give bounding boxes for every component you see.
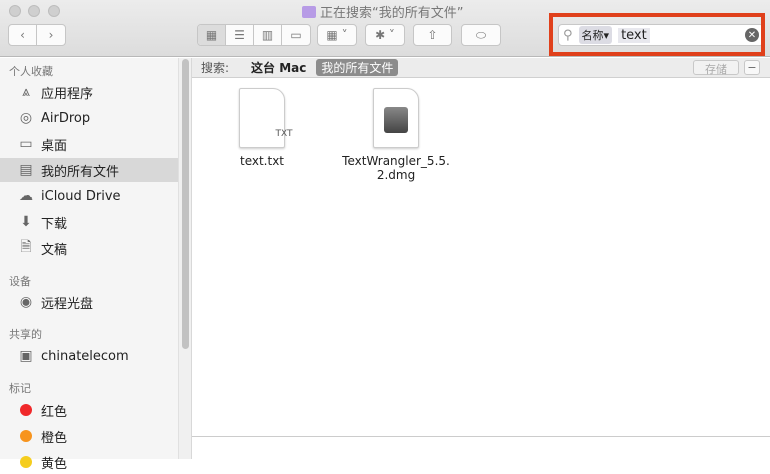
scope-this-mac[interactable]: 这台 Mac: [251, 59, 306, 76]
remove-criteria-button[interactable]: −: [744, 60, 760, 75]
search-scope-bar: 搜索: 这台 Mac 我的所有文件 存储 −: [192, 58, 770, 78]
text-file-icon: TXT: [239, 88, 293, 148]
folder-icon: [302, 5, 316, 18]
sidebar-item-remote-disc[interactable]: ◉ 远程光盘: [0, 290, 178, 314]
sidebar-item-chinatelecom[interactable]: ▣ chinatelecom: [0, 344, 178, 368]
view-switcher: ▦ ☰ ▥ ▭: [197, 24, 311, 46]
file-type-badge: TXT: [275, 129, 293, 139]
coverflow-view-button[interactable]: ▭: [282, 25, 310, 45]
documents-icon: 🗎: [20, 239, 32, 255]
sidebar-item-tag-red[interactable]: 红色: [0, 398, 178, 422]
file-name: TextWrangler_5.5.2.dmg: [342, 154, 450, 182]
sidebar-item-label: chinatelecom: [41, 348, 129, 364]
sidebar-item-icloud[interactable]: ☁ iCloud Drive: [0, 184, 178, 208]
title-text: 正在搜索“我的所有文件”: [320, 6, 464, 21]
window-title: 正在搜索“我的所有文件”: [302, 2, 463, 21]
back-button[interactable]: ‹: [9, 25, 37, 45]
sidebar-scrollbar[interactable]: [178, 58, 192, 459]
desktop-icon: ▭: [19, 136, 33, 152]
sidebar-item-label: iCloud Drive: [41, 188, 121, 204]
file-item[interactable]: TXT text.txt: [202, 88, 322, 168]
sidebar-item-applications[interactable]: ⩓ 应用程序: [0, 80, 178, 104]
all-files-icon: ▤: [19, 162, 33, 178]
applications-icon: ⩓: [22, 84, 30, 100]
sidebar-item-label: 桌面: [41, 138, 68, 154]
airdrop-icon: ◎: [19, 110, 33, 126]
nav-buttons: ‹ ›: [8, 24, 66, 46]
scope-label: 搜索:: [201, 61, 230, 75]
section-shared: 共享的: [9, 328, 42, 341]
section-tags: 标记: [9, 382, 31, 395]
close-button[interactable]: [9, 5, 21, 17]
sidebar-item-label: AirDrop: [41, 110, 91, 126]
computer-icon: ▣: [19, 348, 33, 364]
sidebar-item-label: 橙色: [41, 430, 68, 446]
zoom-button[interactable]: [48, 5, 60, 17]
disc-icon: ◉: [19, 294, 33, 310]
disk-image-icon: [373, 88, 419, 148]
share-button[interactable]: ⇧: [413, 24, 452, 46]
sidebar-item-tag-yellow[interactable]: 黄色: [0, 450, 178, 474]
scope-all-files[interactable]: 我的所有文件: [316, 59, 399, 76]
scrollbar-thumb[interactable]: [182, 59, 189, 349]
action-gear-button[interactable]: ✱ ˅: [365, 24, 405, 46]
highlight-box: [549, 13, 765, 56]
section-devices: 设备: [9, 275, 31, 288]
sidebar-item-label: 文稿: [41, 242, 68, 258]
save-search-button[interactable]: 存储: [693, 60, 739, 76]
sidebar-item-all-my-files[interactable]: ▤ 我的所有文件: [0, 158, 178, 182]
arrange-button[interactable]: ▦ ˅: [317, 24, 357, 46]
download-icon: ⬇: [20, 214, 32, 230]
sidebar-item-downloads[interactable]: ⬇ 下载: [0, 210, 178, 234]
column-view-button[interactable]: ▥: [254, 25, 282, 45]
file-item[interactable]: TextWrangler_5.5.2.dmg: [336, 88, 456, 182]
sidebar-item-label: 黄色: [41, 456, 68, 472]
sidebar-item-label: 下载: [41, 216, 68, 232]
section-favorites: 个人收藏: [9, 65, 53, 78]
sidebar-item-tag-orange[interactable]: 橙色: [0, 424, 178, 448]
file-name: text.txt: [239, 154, 284, 168]
yellow-tag-icon: [20, 456, 32, 468]
sidebar-item-label: 远程光盘: [41, 296, 94, 312]
sidebar-item-label: 红色: [41, 404, 68, 420]
sidebar-item-label: 我的所有文件: [41, 164, 120, 180]
sidebar: 个人收藏 ⩓ 应用程序 ◎ AirDrop ▭ 桌面 ▤ 我的所有文件 ☁ iCloud …: [0, 58, 178, 472]
sidebar-item-airdrop[interactable]: ◎ AirDrop: [0, 106, 178, 130]
sidebar-item-desktop[interactable]: ▭ 桌面: [0, 132, 178, 156]
minimize-button[interactable]: [28, 5, 40, 17]
orange-tag-icon: [20, 430, 32, 442]
icon-view-button[interactable]: ▦: [198, 25, 226, 45]
sidebar-item-documents[interactable]: 🗎 文稿: [0, 236, 178, 260]
path-bar-divider: [192, 436, 770, 437]
sidebar-item-label: 应用程序: [41, 86, 94, 102]
red-tag-icon: [20, 404, 32, 416]
toolbar: 正在搜索“我的所有文件” ‹ › ▦ ☰ ▥ ▭ ▦ ˅ ✱ ˅ ⇧ ⬭ ⚲ 名称▾ t…: [0, 0, 770, 57]
list-view-button[interactable]: ☰: [226, 25, 254, 45]
forward-button[interactable]: ›: [37, 25, 65, 45]
cloud-icon: ☁: [19, 188, 33, 204]
tag-button[interactable]: ⬭: [461, 24, 501, 46]
